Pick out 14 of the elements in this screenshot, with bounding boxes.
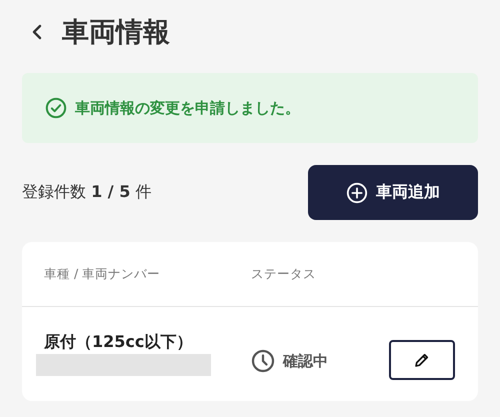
status-label: 確認中 xyxy=(283,352,328,370)
edit-button[interactable] xyxy=(389,340,455,380)
alert-message: 車両情報の変更を申請しました。 xyxy=(75,98,300,118)
vehicle-type: 原付（125cc以下） xyxy=(42,332,194,353)
page-title: 車両情報 xyxy=(62,16,170,50)
column-header: 車種 / 車両ナンバー xyxy=(44,266,162,282)
registered-count: 登録件数 1 / 5 件 xyxy=(22,182,152,203)
back-icon[interactable] xyxy=(32,24,42,40)
add-vehicle-button[interactable]: 車両追加 xyxy=(308,165,478,220)
pencil-icon xyxy=(413,351,431,369)
plus-circle-icon xyxy=(346,182,368,204)
check-circle-icon xyxy=(45,97,67,119)
column-header: ステータス xyxy=(251,266,316,282)
clock-icon xyxy=(251,349,275,373)
